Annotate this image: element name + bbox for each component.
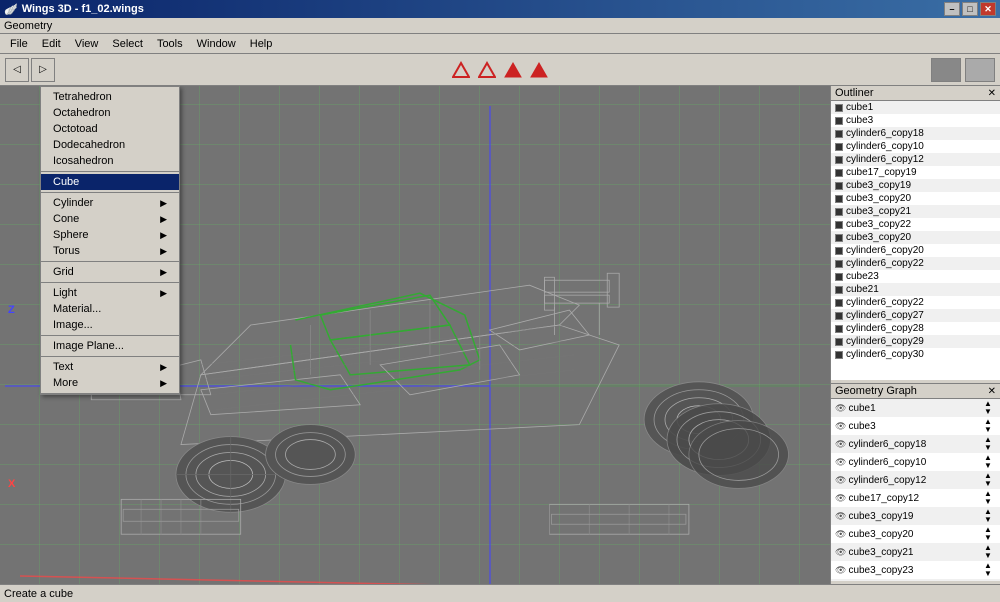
cube-group: Cube [41, 172, 179, 193]
list-item: cylinder6_copy27 [831, 309, 1000, 322]
dd-sphere[interactable]: Sphere ▶ [41, 227, 179, 243]
list-item: cylinder6_copy29 [831, 335, 1000, 348]
dd-dodecahedron[interactable]: Dodecahedron [41, 137, 179, 153]
toolbar-btn-right-arrow[interactable]: ▷ [31, 58, 55, 82]
geo-graph-header: Geometry Graph ✕ [831, 384, 1000, 399]
close-button[interactable]: ✕ [980, 2, 996, 16]
list-item: cylinder6_copy22 [831, 257, 1000, 270]
right-panel: Outliner ✕ cube1 cube3 cylinder6_copy18 … [830, 86, 1000, 584]
dd-cylinder[interactable]: Cylinder ▶ [41, 195, 179, 211]
dd-grid[interactable]: Grid ▶ [41, 264, 179, 280]
dd-image[interactable]: Image... [41, 317, 179, 333]
list-item: cube3_copy21 [831, 205, 1000, 218]
outliner-panel: Outliner ✕ cube1 cube3 cylinder6_copy18 … [831, 86, 1000, 384]
outliner-title: Outliner [835, 87, 874, 99]
list-item: cylinder6_copy28 [831, 322, 1000, 335]
geo-graph-title: Geometry Graph [835, 385, 917, 397]
dd-cone[interactable]: Cone ▶ [41, 211, 179, 227]
menu-help[interactable]: Help [244, 36, 279, 52]
dd-text[interactable]: Text ▶ [41, 359, 179, 375]
geo-list-item: 👁cube3_copy19▲▼ [831, 507, 1000, 525]
scene-group: Light ▶ Material... Image... [41, 283, 179, 336]
list-item: cylinder6_copy30 [831, 348, 1000, 361]
menu-select[interactable]: Select [106, 36, 149, 52]
dd-octahedron[interactable]: Octahedron [41, 105, 179, 121]
viewport[interactable]: Z X [0, 86, 830, 584]
list-item: cylinder6_copy12 [831, 153, 1000, 166]
minimize-button[interactable]: – [944, 2, 960, 16]
list-item: cube3_copy20 [831, 231, 1000, 244]
geo-graph-list[interactable]: 👁cube1 ▲ ▼ 👁cube3▲▼ 👁cylinder6_copy18▲▼ … [831, 399, 1000, 581]
toolbar-arrows [451, 60, 549, 80]
outliner-close[interactable]: ✕ [988, 88, 996, 99]
menu-view[interactable]: View [69, 36, 105, 52]
geometry-label: Geometry [4, 20, 52, 32]
list-item: cube3 [831, 114, 1000, 127]
menu-bar: File Edit View Select Tools Window Help [0, 34, 1000, 54]
geo-list-item: 👁cube3_copy20▲▼ [831, 579, 1000, 581]
geo-list-item: 👁cube3▲▼ [831, 417, 1000, 435]
window-title: Wings 3D - f1_02.wings [22, 3, 144, 15]
main-area: Z X [0, 86, 1000, 584]
list-item: cube17_copy19 [831, 166, 1000, 179]
geo-list-item: 👁cube1 ▲ ▼ [831, 399, 1000, 417]
geo-list-item: 👁cube17_copy12▲▼ [831, 489, 1000, 507]
list-item: cylinder6_copy18 [831, 127, 1000, 140]
grid-group: Grid ▶ [41, 262, 179, 283]
geo-graph-close[interactable]: ✕ [988, 386, 996, 397]
dd-icosahedron[interactable]: Icosahedron [41, 153, 179, 169]
toolbar: ◁ ▷ [0, 54, 1000, 86]
dd-image-plane[interactable]: Image Plane... [41, 338, 179, 354]
primitives-group: Tetrahedron Octahedron Octotoad Dodecahe… [41, 87, 179, 172]
geo-list-item: 👁cylinder6_copy12▲▼ [831, 471, 1000, 489]
app-icon: 🪽 [4, 3, 18, 16]
text-group: Text ▶ More ▶ [41, 357, 179, 394]
toolbar-view-btn-2[interactable] [965, 58, 995, 82]
menu-window[interactable]: Window [191, 36, 242, 52]
list-item: cylinder6_copy10 [831, 140, 1000, 153]
maximize-button[interactable]: □ [962, 2, 978, 16]
geo-graph-panel: Geometry Graph ✕ 👁cube1 ▲ ▼ 👁cube3▲▼ 👁cy… [831, 384, 1000, 584]
geo-list-item: 👁cube3_copy21▲▼ [831, 543, 1000, 561]
menu-file[interactable]: File [4, 36, 34, 52]
list-item: cube1 [831, 101, 1000, 114]
status-text: Create a cube [4, 588, 73, 600]
dropdown-menu: Tetrahedron Octahedron Octotoad Dodecahe… [40, 86, 180, 395]
geometry-bar: Geometry [0, 18, 1000, 34]
dd-octotoad[interactable]: Octotoad [41, 121, 179, 137]
geo-list-item: 👁cylinder6_copy18▲▼ [831, 435, 1000, 453]
menu-tools[interactable]: Tools [151, 36, 189, 52]
curved-group: Cylinder ▶ Cone ▶ Sphere ▶ Torus ▶ [41, 193, 179, 262]
list-item: cylinder6_copy22 [831, 296, 1000, 309]
geo-list-item: 👁cylinder6_copy10▲▼ [831, 453, 1000, 471]
dd-torus[interactable]: Torus ▶ [41, 243, 179, 259]
arrow-btn-1[interactable] [451, 60, 471, 80]
dd-cube[interactable]: Cube [41, 174, 179, 190]
plane-group: Image Plane... [41, 336, 179, 357]
arrow-btn-4[interactable] [529, 60, 549, 80]
toolbar-btn-left-arrow[interactable]: ◁ [5, 58, 29, 82]
geo-list-item: 👁cube3_copy20▲▼ [831, 525, 1000, 543]
dd-more[interactable]: More ▶ [41, 375, 179, 391]
dd-tetrahedron[interactable]: Tetrahedron [41, 89, 179, 105]
title-bar: 🪽 Wings 3D - f1_02.wings – □ ✕ [0, 0, 1000, 18]
toolbar-view-btn-1[interactable] [931, 58, 961, 82]
menu-edit[interactable]: Edit [36, 36, 67, 52]
list-item: cube3_copy22 [831, 218, 1000, 231]
list-item: cylinder6_copy20 [831, 244, 1000, 257]
list-item: cube3_copy19 [831, 179, 1000, 192]
list-item: cube3_copy20 [831, 192, 1000, 205]
dd-material[interactable]: Material... [41, 301, 179, 317]
outliner-list[interactable]: cube1 cube3 cylinder6_copy18 cylinder6_c… [831, 101, 1000, 380]
geo-list-item: 👁cube3_copy23▲▼ [831, 561, 1000, 579]
arrow-btn-3[interactable] [503, 60, 523, 80]
list-item: cube21 [831, 283, 1000, 296]
arrow-btn-2[interactable] [477, 60, 497, 80]
dd-light[interactable]: Light ▶ [41, 285, 179, 301]
outliner-header: Outliner ✕ [831, 86, 1000, 101]
status-bar: Create a cube [0, 584, 1000, 602]
list-item: cube23 [831, 270, 1000, 283]
window-controls: – □ ✕ [944, 2, 996, 16]
